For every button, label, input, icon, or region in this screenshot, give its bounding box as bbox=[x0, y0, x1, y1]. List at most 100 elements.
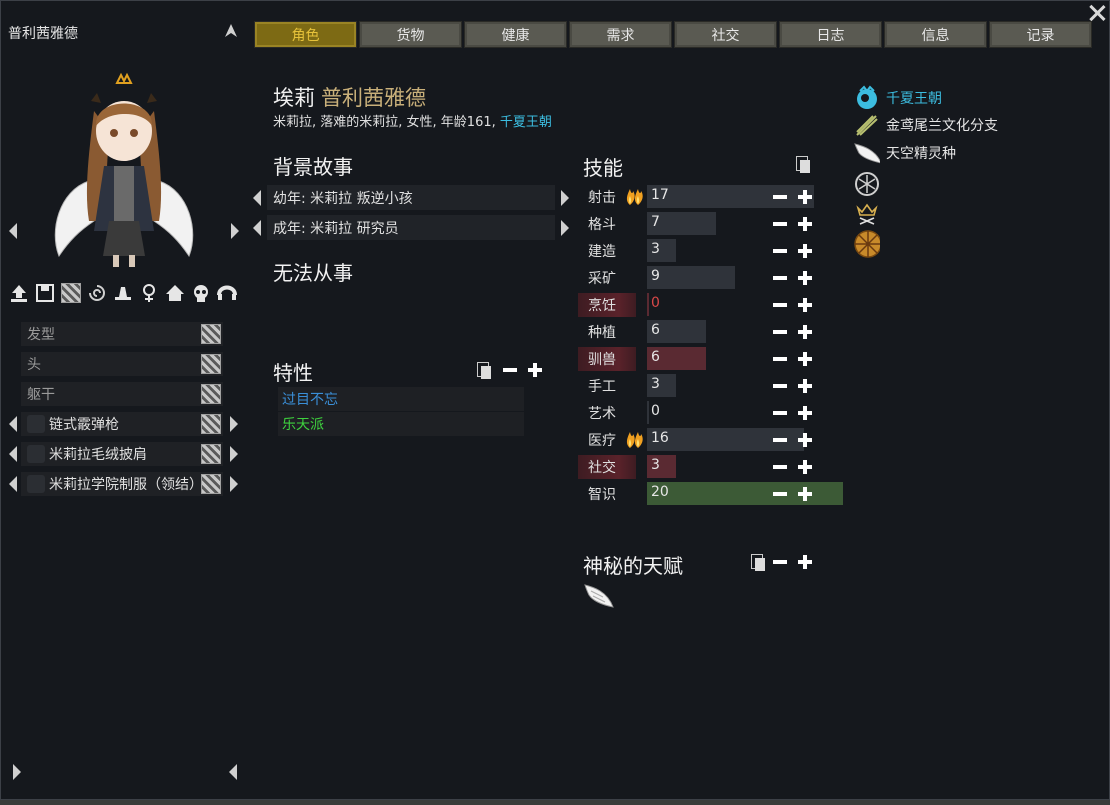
female-icon[interactable] bbox=[137, 281, 160, 304]
pattern-icon[interactable] bbox=[201, 354, 221, 374]
pattern-icon[interactable] bbox=[201, 474, 221, 494]
skill-decrease-button[interactable] bbox=[773, 222, 787, 226]
swirl-icon[interactable] bbox=[85, 281, 108, 304]
bottom-right-arrow[interactable] bbox=[229, 764, 237, 780]
skill-increase-button[interactable] bbox=[798, 433, 812, 447]
tab-4[interactable]: 社交 bbox=[674, 21, 777, 48]
info-label: 天空精灵种 bbox=[886, 146, 956, 162]
skill-increase-button[interactable] bbox=[798, 298, 812, 312]
apparel-slot[interactable]: 头 bbox=[21, 352, 223, 376]
skill-decrease-button[interactable] bbox=[773, 492, 787, 496]
traits-add-button[interactable] bbox=[528, 363, 542, 377]
skill-increase-button[interactable] bbox=[798, 325, 812, 339]
info-row[interactable]: 金鸢尾兰文化分支 bbox=[854, 112, 998, 138]
wheel-icon bbox=[854, 230, 880, 258]
skull-icon[interactable] bbox=[189, 281, 212, 304]
crown-icon bbox=[854, 200, 880, 226]
apparel-prev-arrow[interactable] bbox=[9, 476, 17, 492]
skill-increase-button[interactable] bbox=[798, 352, 812, 366]
info-row[interactable] bbox=[854, 171, 886, 197]
skill-increase-button[interactable] bbox=[798, 190, 812, 204]
tab-0[interactable]: 角色 bbox=[254, 21, 357, 48]
tab-1[interactable]: 货物 bbox=[359, 21, 462, 48]
childhood-next-arrow[interactable] bbox=[561, 189, 569, 206]
skill-decrease-button[interactable] bbox=[773, 276, 787, 280]
house-icon[interactable] bbox=[163, 281, 186, 304]
trait-item[interactable]: 过目不忘 bbox=[278, 387, 524, 411]
hat-icon[interactable] bbox=[111, 281, 134, 304]
apparel-slot[interactable]: 躯干 bbox=[21, 382, 223, 406]
skill-decrease-button[interactable] bbox=[773, 195, 787, 199]
export-icon[interactable] bbox=[7, 281, 30, 304]
save-icon[interactable] bbox=[33, 281, 56, 304]
pattern-icon[interactable] bbox=[59, 281, 82, 304]
info-row[interactable] bbox=[854, 200, 886, 226]
skill-decrease-button[interactable] bbox=[773, 249, 787, 253]
trait-item[interactable]: 乐天派 bbox=[278, 412, 524, 436]
adulthood-backstory[interactable]: 成年: 米莉拉 研究员 bbox=[267, 215, 555, 240]
close-icon[interactable] bbox=[1087, 3, 1107, 23]
apparel-slot[interactable]: 米莉拉毛绒披肩 bbox=[21, 442, 223, 466]
apparel-slot[interactable]: 链式霰弹枪 bbox=[21, 412, 223, 436]
next-pawn-arrow[interactable] bbox=[231, 223, 239, 239]
skill-name: 智识 bbox=[588, 486, 616, 503]
skill-name: 社交 bbox=[578, 454, 636, 479]
apparel-next-arrow[interactable] bbox=[230, 446, 238, 462]
talent-add-button[interactable] bbox=[798, 555, 812, 569]
skill-decrease-button[interactable] bbox=[773, 438, 787, 442]
skill-increase-button[interactable] bbox=[798, 271, 812, 285]
skill-increase-button[interactable] bbox=[798, 244, 812, 258]
childhood-row: 幼年: 米莉拉 叛逆小孩 bbox=[253, 185, 569, 210]
skill-increase-button[interactable] bbox=[798, 406, 812, 420]
info-row[interactable]: 天空精灵种 bbox=[854, 140, 956, 166]
skill-increase-button[interactable] bbox=[798, 460, 812, 474]
pin-icon[interactable] bbox=[223, 23, 239, 39]
pattern-icon[interactable] bbox=[201, 384, 221, 404]
skills-copy-icon[interactable] bbox=[796, 156, 810, 173]
character-portrait bbox=[49, 71, 199, 271]
pawn-description: 米莉拉, 落难的米莉拉, 女性, 年龄161, 千夏王朝 bbox=[273, 111, 552, 130]
apparel-slot[interactable]: 米莉拉学院制服（领结） bbox=[21, 472, 223, 496]
tab-7[interactable]: 记录 bbox=[989, 21, 1092, 48]
skill-decrease-button[interactable] bbox=[773, 330, 787, 334]
adulthood-prev-arrow[interactable] bbox=[253, 219, 261, 236]
tab-5[interactable]: 日志 bbox=[779, 21, 882, 48]
pattern-icon[interactable] bbox=[201, 444, 221, 464]
skill-decrease-button[interactable] bbox=[773, 465, 787, 469]
traits-copy-icon[interactable] bbox=[477, 362, 491, 379]
previous-pawn-arrow[interactable] bbox=[9, 223, 17, 239]
skill-decrease-button[interactable] bbox=[773, 384, 787, 388]
wing-icon[interactable] bbox=[583, 581, 615, 613]
skill-decrease-button[interactable] bbox=[773, 357, 787, 361]
tab-2[interactable]: 健康 bbox=[464, 21, 567, 48]
childhood-prev-arrow[interactable] bbox=[253, 189, 261, 206]
tab-6[interactable]: 信息 bbox=[884, 21, 987, 48]
tab-3[interactable]: 需求 bbox=[569, 21, 672, 48]
adulthood-next-arrow[interactable] bbox=[561, 219, 569, 236]
skill-increase-button[interactable] bbox=[798, 487, 812, 501]
skill-decrease-button[interactable] bbox=[773, 411, 787, 415]
pattern-icon[interactable] bbox=[201, 324, 221, 344]
traits-remove-button[interactable] bbox=[503, 368, 517, 372]
faction-link[interactable]: 千夏王朝 bbox=[500, 115, 552, 130]
apparel-next-arrow[interactable] bbox=[230, 416, 238, 432]
info-row[interactable] bbox=[854, 230, 886, 258]
talent-remove-button[interactable] bbox=[773, 560, 787, 564]
bottom-left-arrow[interactable] bbox=[13, 764, 21, 780]
apparel-prev-arrow[interactable] bbox=[9, 416, 17, 432]
skill-increase-button[interactable] bbox=[798, 379, 812, 393]
first-name: 埃莉 bbox=[273, 86, 315, 110]
apparel-label: 米莉拉学院制服（领结） bbox=[49, 477, 203, 493]
pattern-icon[interactable] bbox=[201, 414, 221, 434]
info-row[interactable]: 千夏王朝 bbox=[854, 85, 942, 111]
apparel-next-arrow[interactable] bbox=[230, 476, 238, 492]
childhood-backstory[interactable]: 幼年: 米莉拉 叛逆小孩 bbox=[267, 185, 555, 210]
skill-decrease-button[interactable] bbox=[773, 303, 787, 307]
skill-value: 17 bbox=[651, 187, 669, 203]
talent-copy-icon[interactable] bbox=[751, 554, 765, 571]
skill-increase-button[interactable] bbox=[798, 217, 812, 231]
apparel-slot[interactable]: 发型 bbox=[21, 322, 223, 346]
skill-value: 9 bbox=[651, 268, 660, 284]
headband-icon[interactable] bbox=[215, 281, 238, 304]
apparel-prev-arrow[interactable] bbox=[9, 446, 17, 462]
